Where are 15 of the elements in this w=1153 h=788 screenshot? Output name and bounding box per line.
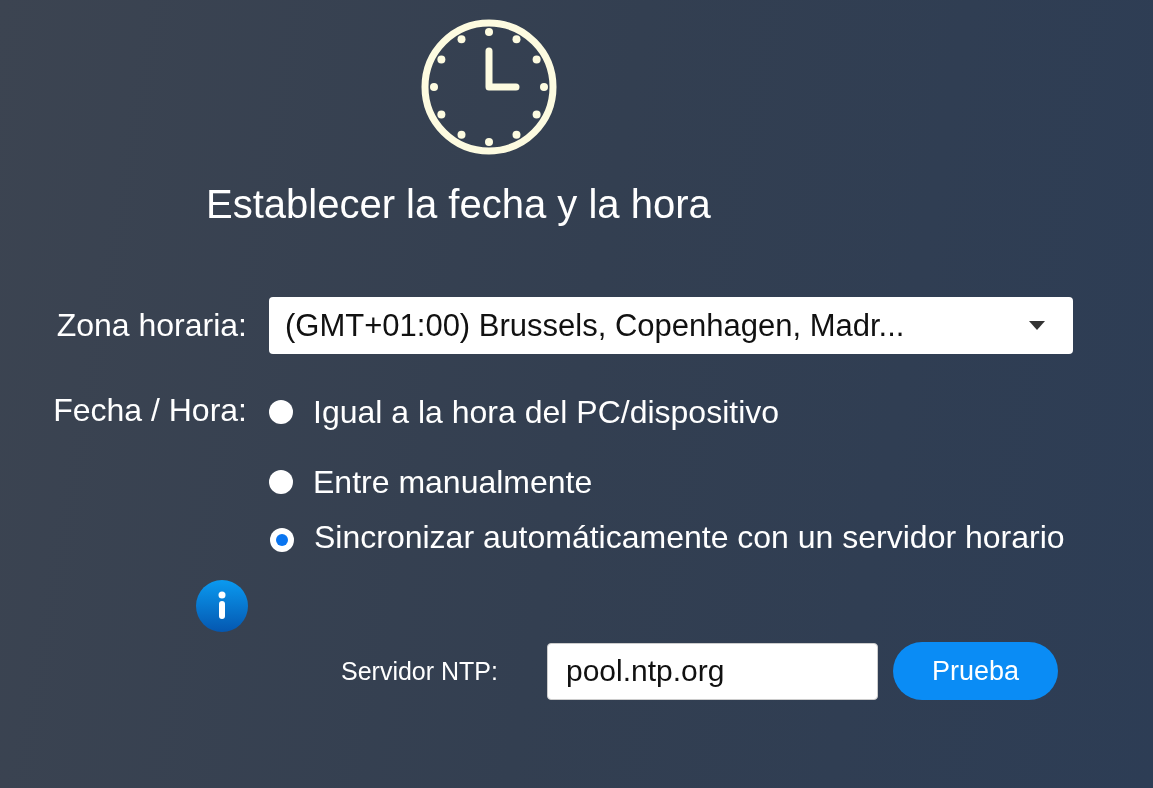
option-label[interactable]: Entre manualmente xyxy=(313,463,593,501)
radio-button[interactable] xyxy=(269,400,293,424)
option-label[interactable]: Sincronizar automáticamente con un servidor horario xyxy=(314,519,1065,555)
info-icon[interactable] xyxy=(196,579,248,632)
field-label: Servidor NTP: xyxy=(341,656,499,686)
field-label: Zona horaria: xyxy=(55,307,247,344)
option-label[interactable]: Igual a la hora del PC/dispositivo xyxy=(313,393,780,431)
radio-button[interactable] xyxy=(269,470,293,494)
radio-button[interactable] xyxy=(270,527,294,552)
timezone-select[interactable]: (GMT+01:00) Brussels, Copenhagen, Madr... xyxy=(269,297,1073,354)
ntp-server-field[interactable]: pool.ntp.org xyxy=(547,642,878,700)
field-label: Fecha / Hora: xyxy=(52,392,247,429)
clock-icon xyxy=(419,17,559,157)
page-title: Establecer la fecha y la hora xyxy=(206,181,712,228)
caret-icon xyxy=(1029,321,1045,330)
